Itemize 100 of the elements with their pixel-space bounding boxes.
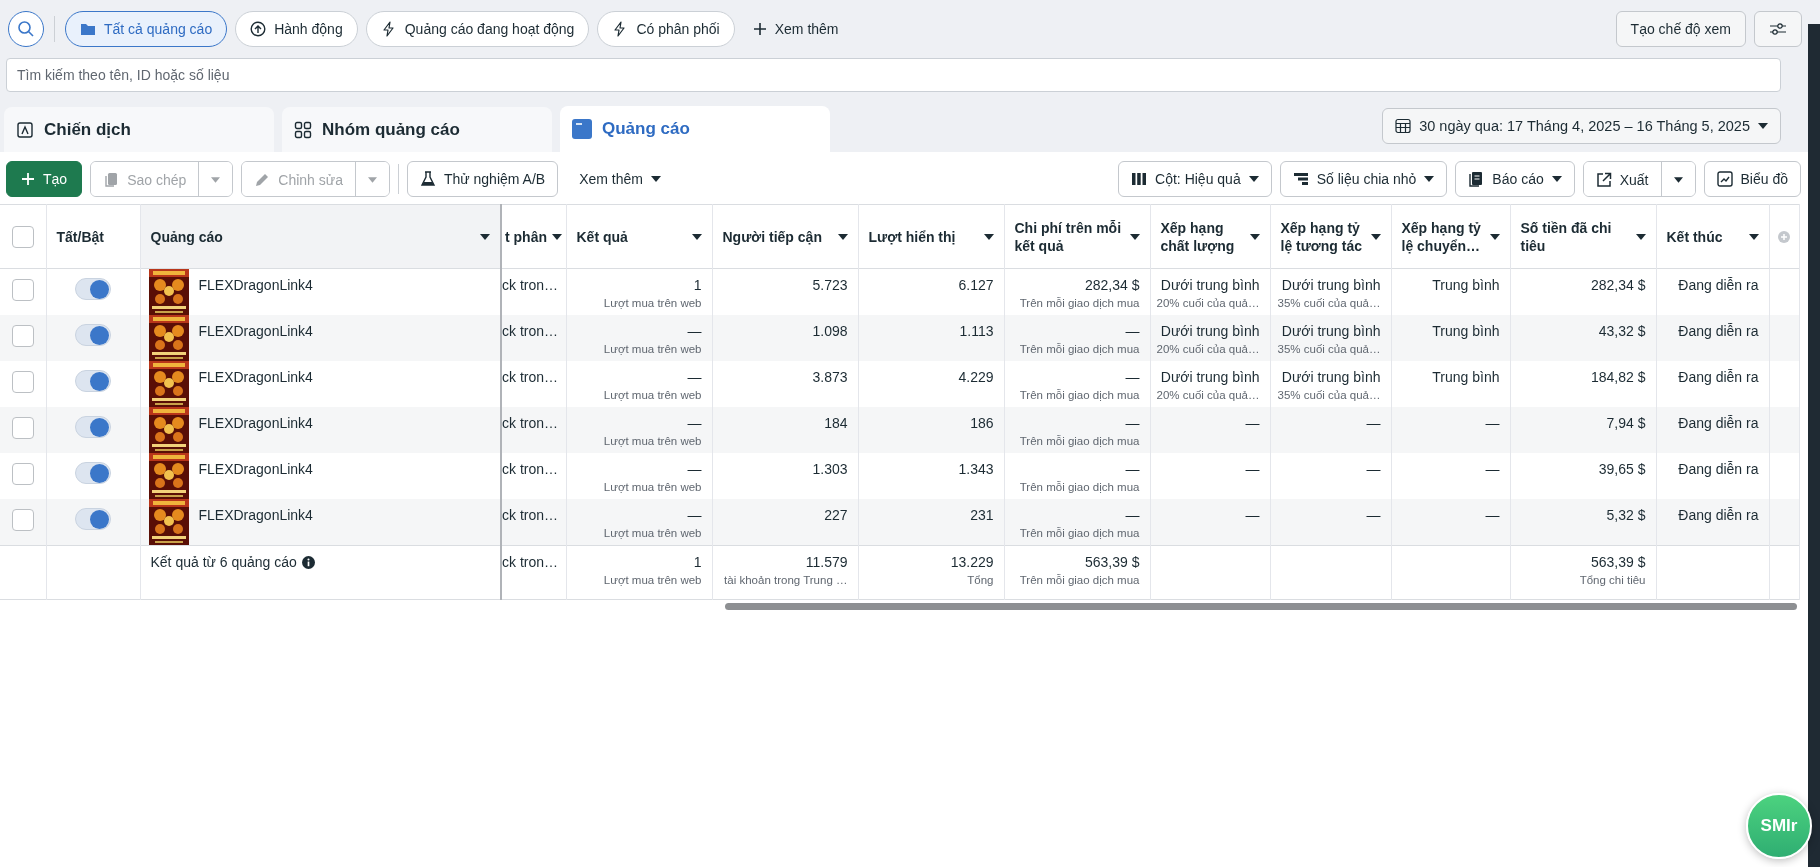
plus-icon [752,22,767,36]
toggle-switch[interactable] [75,370,111,392]
cell-caption: Trên mỗi giao dịch mua [1019,389,1140,401]
create-button[interactable]: Tạo [6,160,83,197]
pencil-icon [254,171,271,188]
cell-value: — [1125,323,1140,339]
caret-icon [1748,233,1759,240]
column-header[interactable]: Xếp hạng tỷ lệ chuyển… [1401,218,1484,255]
cell-caption: Trên mỗi giao dịch mua [1019,435,1140,447]
ad-name[interactable]: FLEXDragonLink4 [198,407,313,431]
column-header[interactable]: Kết quả [576,227,686,246]
tab[interactable]: Nhóm quảng cáo [282,107,552,152]
toggle-switch[interactable] [75,324,111,346]
ad-name[interactable]: FLEXDragonLink4 [198,315,313,339]
filter-chip[interactable]: Hành động [235,11,358,47]
settings-button[interactable] [1754,11,1802,47]
cell-caption: Tổng [967,574,994,586]
cell-value: Đang diễn ra [1678,277,1759,293]
cell-value: Đang diễn ra [1678,323,1759,339]
more-button[interactable]: Xem thêm [742,21,849,37]
toggle-switch[interactable] [75,416,111,438]
column-header[interactable]: Xếp hạng tỷ lệ tương tác [1280,218,1365,255]
dropdown-button[interactable]: Báo cáo [1455,160,1575,197]
grid-icon [294,120,312,139]
scrollbar-thumb[interactable] [725,602,1797,610]
cell-value: Dưới trung bình [1281,277,1381,293]
column-header[interactable]: Người tiếp cận [722,227,832,246]
cell-value: — [687,507,702,523]
column-header[interactable]: Số tiền đã chi tiêu [1520,218,1630,255]
cell-value: Đang diễn ra [1678,369,1759,385]
cell-value: ck tron… [502,323,558,339]
column-header[interactable]: Chi phí trên mỗi kết quả [1014,218,1124,255]
cell-value: — [1245,415,1260,431]
ad-name[interactable]: FLEXDragonLink4 [198,361,313,385]
filter-chip[interactable]: Tất cả quảng cáo [65,11,228,47]
caret-icon [650,175,661,182]
checkbox[interactable] [11,279,34,301]
caret-icon [1129,233,1140,240]
checkbox[interactable] [11,463,34,485]
window-icon [572,119,592,139]
tab[interactable]: Chiến dịch [4,107,274,152]
cell-value: 1.098 [812,323,848,339]
column-header[interactable]: t phân [505,227,550,246]
cell-caption: Lượt mua trên web [603,435,702,447]
cell-value: Đang diễn ra [1678,415,1759,431]
cell-value: — [1366,461,1381,477]
cell-value: 5.723 [812,277,848,293]
toggle-switch[interactable] [75,278,111,300]
cell-caption: Trên mỗi giao dịch mua [1019,527,1140,539]
cell-caption: Trên mỗi giao dịch mua [1019,343,1140,355]
cell-caption: Lượt mua trên web [603,527,702,539]
table-row[interactable]: FLEXDragonLink4 ck tron… — Lượt mua trên web 184 186 — Trên mỗi giao dịch mua — — — 7,94 $ Đang diễn ra [0,407,1799,453]
cell-value: 227 [824,507,848,523]
column-header[interactable]: Tất/Bật [56,227,130,246]
report-icon [1468,170,1485,187]
cell-value: 282,34 $ [1085,277,1140,293]
toolbar-button[interactable]: Biểu đồ [1703,160,1801,197]
ad-name[interactable]: FLEXDragonLink4 [198,269,313,293]
table-row[interactable]: FLEXDragonLink4 ck tron… — Lượt mua trên web 1.098 1.113 — Trên mỗi giao dịch mua Dưới trung bình 20% cuối của quả… Dưới trung bình 35% cuối của quả… Trung bình 43,32 $ Đang diễn ra [0,315,1799,361]
cell-value: — [1485,507,1500,523]
cell-value: — [687,461,702,477]
create-view-button[interactable]: Tạo chế độ xem [1615,11,1746,47]
filter-chip[interactable]: Quảng cáo đang hoạt động [365,11,590,47]
tab[interactable]: Quảng cáo [560,106,830,152]
ad-name[interactable]: FLEXDragonLink4 [198,499,313,523]
cell-caption: Lượt mua trên web [603,481,702,493]
export-icon [1595,171,1612,188]
checkbox[interactable] [11,509,34,531]
search-field[interactable]: Tìm kiếm theo tên, ID hoặc số liệu [6,58,1781,92]
cell-value: 4.229 [958,369,994,385]
filter-chip[interactable]: Có phân phối [597,11,735,47]
toggle-switch[interactable] [75,508,111,530]
dropdown-button[interactable] [354,161,389,196]
cell-value: ck tron… [502,461,558,477]
column-header[interactable]: Lượt hiển thị [868,227,978,246]
toggle-switch[interactable] [75,462,111,484]
search-button[interactable] [8,11,44,47]
checkbox[interactable] [11,325,34,347]
copy-icon [103,171,120,188]
cell-value: 13.229 [950,554,994,570]
caret-icon [1489,233,1500,240]
checkbox[interactable] [11,371,34,393]
dropdown-button[interactable] [1660,161,1695,196]
caret-icon [1673,176,1683,183]
cell-value: — [1125,369,1140,385]
date-range-button[interactable]: 30 ngày qua: 17 Tháng 4, 2025 – 16 Tháng 5, 2025 [1382,108,1781,144]
column-header[interactable]: Xếp hạng chất lượng [1160,218,1244,255]
dropdown-button[interactable]: Cột: Hiệu quả [1118,160,1272,197]
cell-caption: 35% cuối của quả… [1277,389,1381,401]
checkbox[interactable] [11,417,34,439]
cell-value: — [1125,507,1140,523]
dropdown-button[interactable] [198,161,233,196]
checkbox[interactable] [11,225,34,248]
column-header[interactable]: Kết thúc [1666,227,1743,246]
ad-name[interactable]: FLEXDragonLink4 [198,453,313,477]
table-row[interactable]: FLEXDragonLink4 ck tron… — Lượt mua trên web 227 231 — Trên mỗi giao dịch mua — — — 5,32 $ Đang diễn ra [0,499,1799,546]
dropdown-button[interactable]: Số liệu chia nhỏ [1279,160,1448,197]
caret-icon [211,176,221,183]
toolbar-button[interactable]: Thử nghiệm A/B [406,160,559,197]
plus-icon [21,171,35,186]
